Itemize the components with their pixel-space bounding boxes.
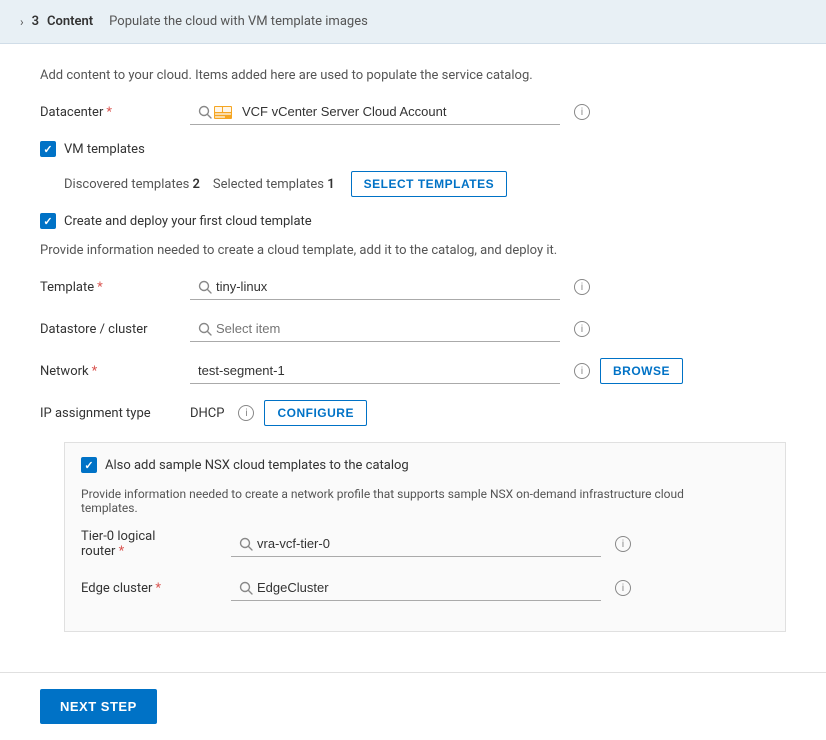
discovered-templates-text: Discovered templates 2 Selected template… [64,177,335,192]
ip-assignment-row: IP assignment type DHCP i CONFIGURE [40,400,786,426]
footer-bar: NEXT STEP [0,672,826,740]
nsx-description: Provide information needed to create a n… [81,487,721,515]
edge-cluster-input-wrapper [231,575,601,601]
tier0-info-icon[interactable]: i [615,536,631,552]
vm-templates-checkbox-row: ✓ VM templates [40,141,786,157]
datastore-info-icon[interactable]: i [574,321,590,337]
datacenter-input[interactable] [190,99,560,125]
deploy-description: Provide information needed to create a c… [40,243,620,258]
datacenter-search-icon [198,105,212,119]
header-chevron-icon: › [20,15,24,29]
datastore-search-icon [198,322,212,336]
edge-required-star: * [155,581,161,596]
edge-cluster-label: Edge cluster * [81,581,221,596]
intro-text: Add content to your cloud. Items added h… [40,68,786,83]
content-area: Add content to your cloud. Items added h… [0,44,826,672]
deploy-checkmark: ✓ [43,215,52,228]
template-label: Template * [40,280,180,295]
select-templates-button[interactable]: SELECT TEMPLATES [351,171,507,197]
edge-search-icon [239,581,253,595]
template-row: Template * i [40,274,786,300]
deploy-checkbox-row: ✓ Create and deploy your first cloud tem… [40,213,786,229]
network-required-star: * [92,364,98,379]
templates-info-row: Discovered templates 2 Selected template… [64,171,786,197]
tier0-required-star: * [119,544,125,559]
network-info-icon[interactable]: i [574,363,590,379]
discovered-count: 2 [193,177,200,192]
deploy-checkbox[interactable]: ✓ [40,213,56,229]
datastore-label: Datastore / cluster [40,322,180,337]
datacenter-row: Datacenter * [40,99,786,125]
deploy-label: Create and deploy your first cloud templ… [64,214,312,229]
template-search-icon [198,280,212,294]
datacenter-required-star: * [106,105,112,120]
network-input[interactable] [190,358,560,384]
vcenter-icon [214,106,236,119]
ip-assignment-value: DHCP [190,406,224,421]
selected-count: 1 [327,177,334,192]
header-step-number: 3 [32,14,39,29]
ip-assignment-label: IP assignment type [40,406,180,421]
nsx-checkmark: ✓ [84,459,93,472]
tier0-sublabel: router * [81,544,221,559]
nsx-checkbox-label: Also add sample NSX cloud templates to t… [105,458,409,473]
browse-button[interactable]: BROWSE [600,358,683,384]
nsx-checkbox[interactable]: ✓ [81,457,97,473]
edge-cluster-row: Edge cluster * i [81,575,769,601]
vm-templates-checkbox[interactable]: ✓ [40,141,56,157]
ip-assignment-info-icon[interactable]: i [238,405,254,421]
network-label: Network * [40,364,180,379]
datacenter-info-icon[interactable]: i [574,104,590,120]
network-input-wrapper [190,358,560,384]
header-bar: › 3 Content Populate the cloud with VM t… [0,0,826,44]
header-step-description: Populate the cloud with VM template imag… [109,14,368,29]
nsx-section: ✓ Also add sample NSX cloud templates to… [64,442,786,632]
configure-button[interactable]: CONFIGURE [264,400,367,426]
network-row: Network * i BROWSE [40,358,786,384]
tier0-input[interactable] [231,531,601,557]
tier0-label: Tier-0 logical router * [81,529,221,559]
tier0-input-wrapper [231,531,601,557]
next-step-button[interactable]: NEXT STEP [40,689,157,724]
datacenter-input-wrapper [190,99,560,125]
edge-cluster-input[interactable] [231,575,601,601]
template-input-wrapper [190,274,560,300]
datacenter-label: Datacenter * [40,105,180,120]
vm-templates-checkmark: ✓ [43,143,52,156]
edge-info-icon[interactable]: i [615,580,631,596]
datastore-row: Datastore / cluster i [40,316,786,342]
tier0-row: Tier-0 logical router * i [81,529,769,559]
tier0-search-icon [239,537,253,551]
header-step-title: Content [47,14,93,29]
nsx-checkbox-row: ✓ Also add sample NSX cloud templates to… [81,457,769,473]
datastore-input[interactable] [190,316,560,342]
template-input[interactable] [190,274,560,300]
vm-templates-label: VM templates [64,142,145,157]
datastore-input-wrapper [190,316,560,342]
template-info-icon[interactable]: i [574,279,590,295]
template-required-star: * [97,280,103,295]
